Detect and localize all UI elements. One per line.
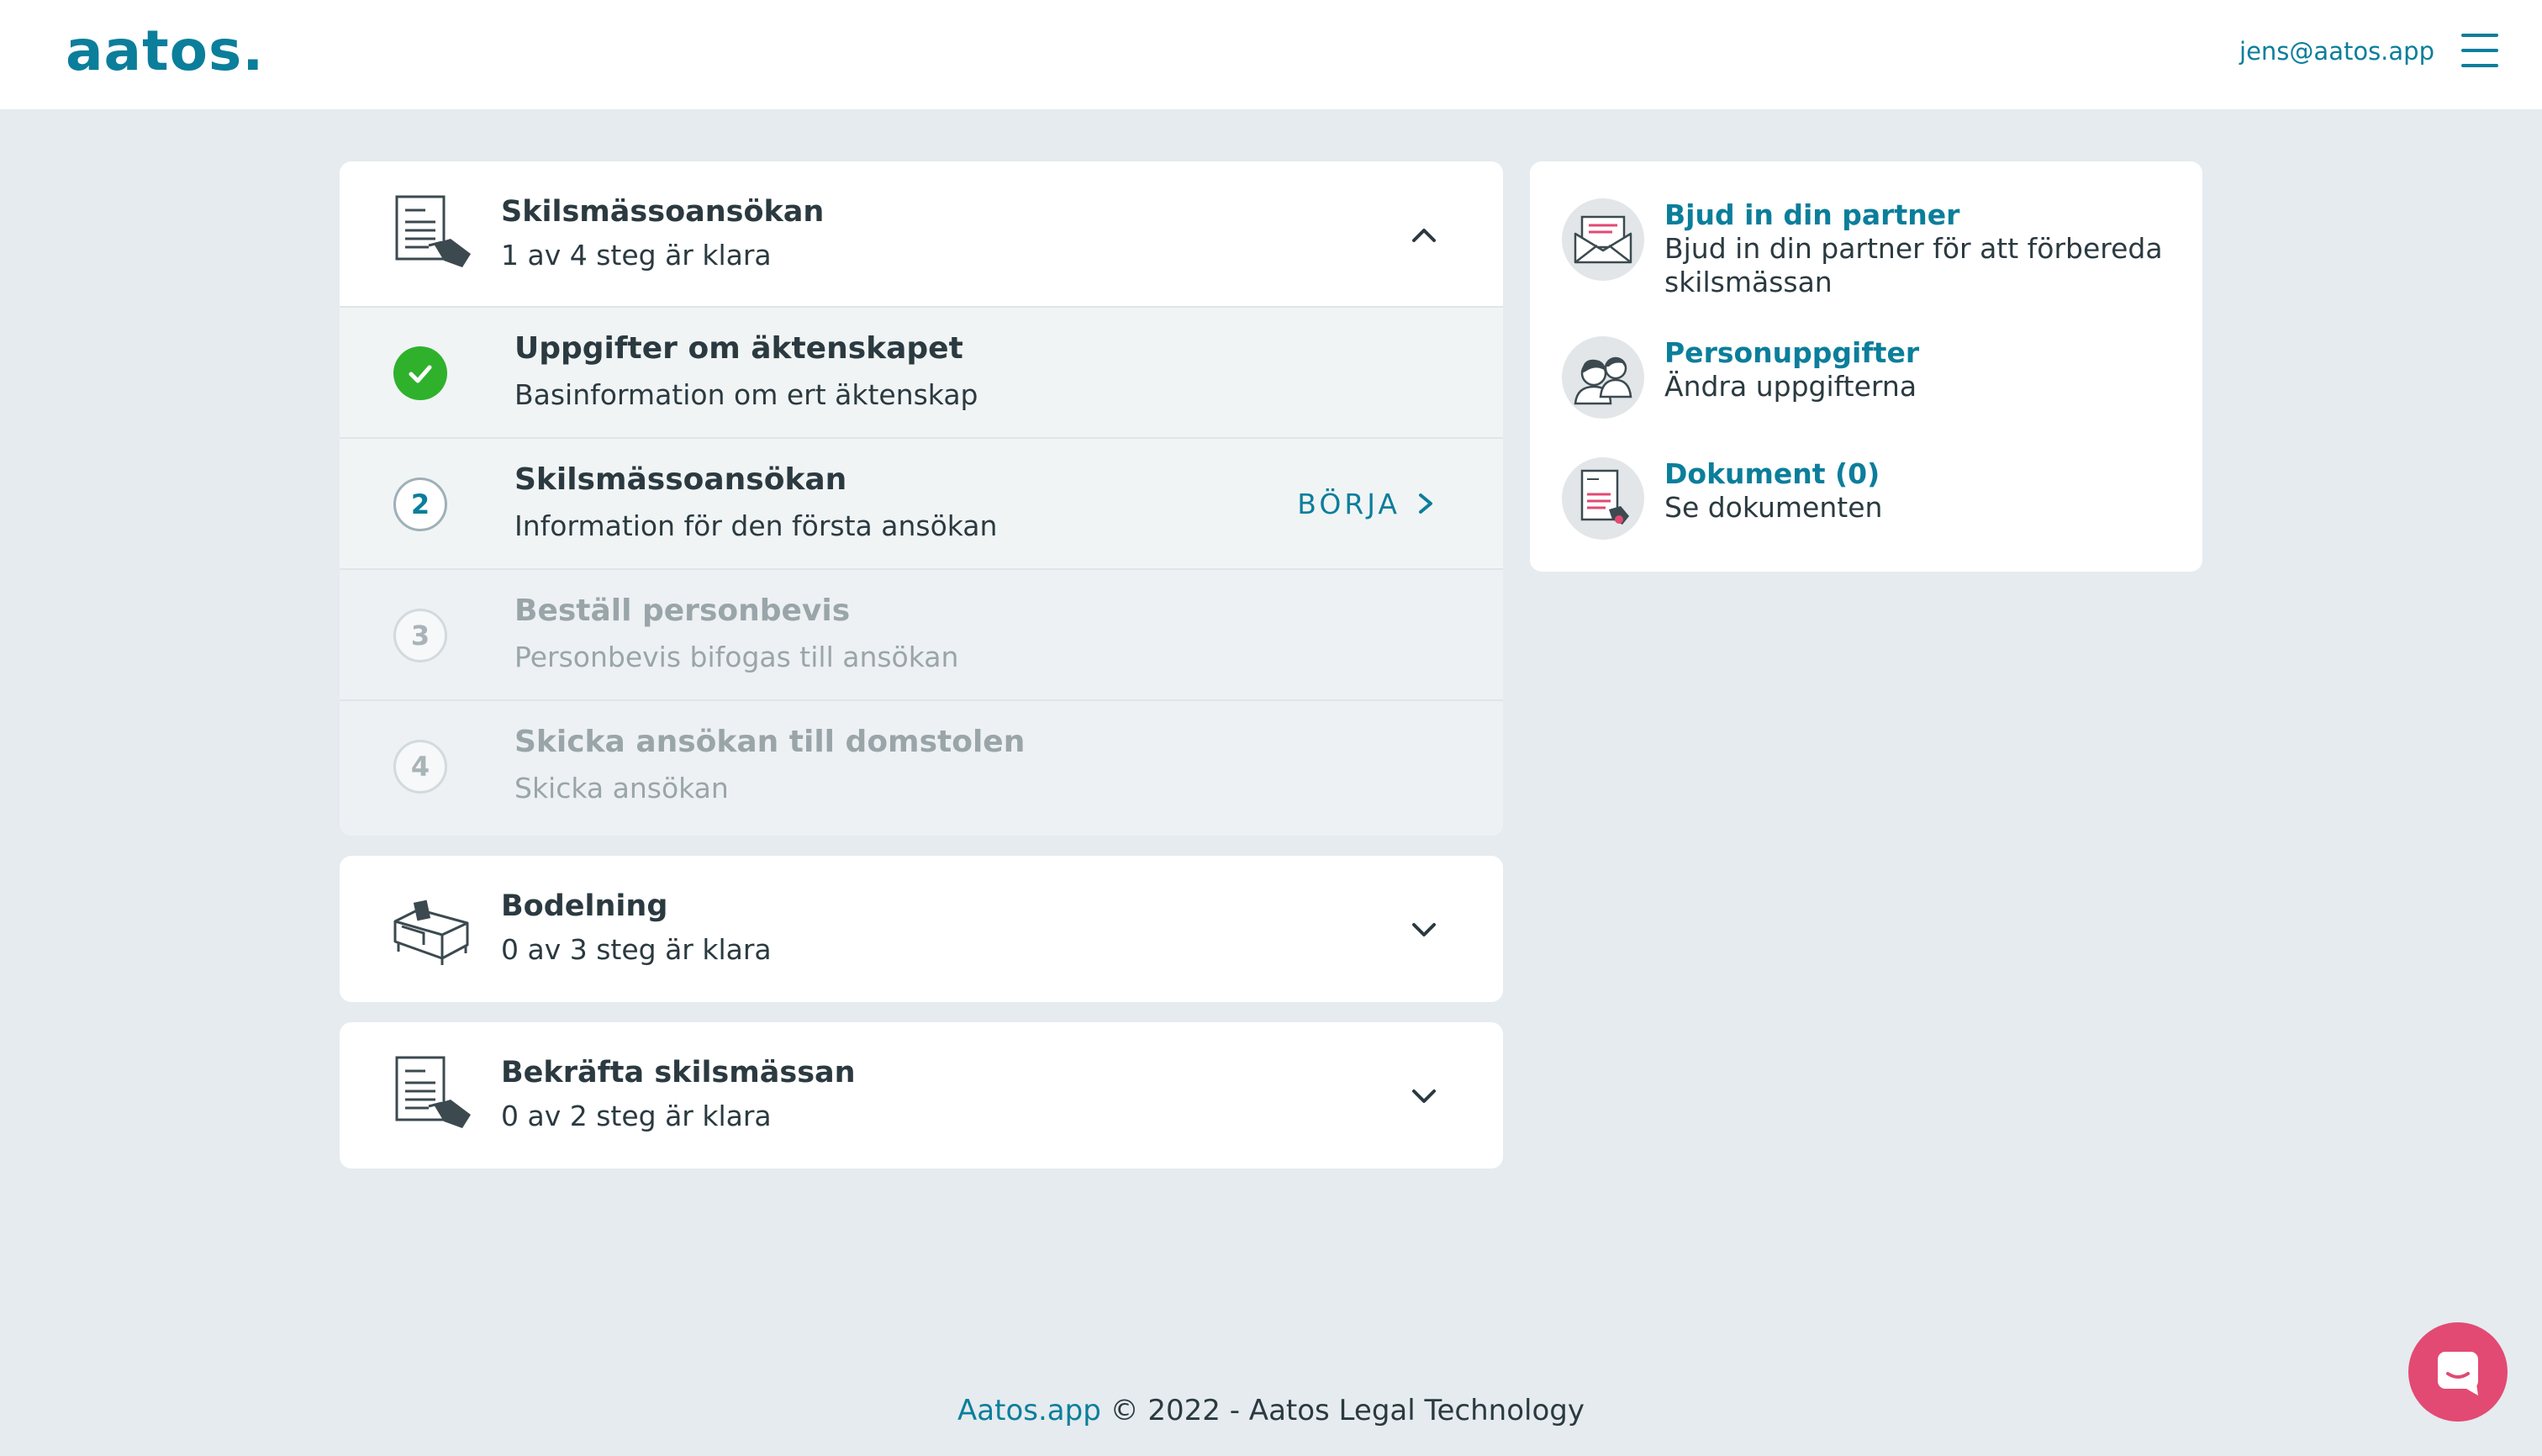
section-progress: 0 av 3 steg är klara — [501, 933, 772, 966]
section-title: Bekräfta skilsmässan — [501, 1056, 856, 1089]
sidebar-item-subtitle: Bjud in din partner för att förbereda sk… — [1664, 232, 2163, 298]
chat-button[interactable] — [2408, 1322, 2508, 1422]
chevron-down-icon[interactable] — [1409, 1081, 1439, 1111]
sidebar-item-personal-info[interactable]: Personuppgifter Ändra uppgifterna — [1562, 336, 2201, 420]
section-header[interactable]: Bekräfta skilsmässan 0 av 2 steg är klar… — [340, 1022, 1503, 1168]
section-card-skilsmassoansokan: Skilsmässoansökan 1 av 4 steg är klara U… — [340, 161, 1503, 836]
step-subtitle: Skicka ansökan — [514, 772, 729, 804]
document-sign-icon — [395, 195, 471, 267]
sidebar-item-title[interactable]: Bjud in din partner — [1664, 198, 1959, 231]
start-step-label: BÖRJA — [1297, 487, 1400, 520]
document-icon — [1562, 457, 1644, 540]
top-bar: aatos. jens@aatos.app — [0, 0, 2542, 109]
step-item-4: 4 Skicka ansökan till domstolen Skicka a… — [340, 699, 1503, 836]
step-title: Uppgifter om äktenskapet — [514, 331, 963, 366]
sidebar-card: Bjud in din partner Bjud in din partner … — [1530, 161, 2202, 572]
step-title: Skicka ansökan till domstolen — [514, 725, 1026, 759]
section-card-bodelning[interactable]: Bodelning 0 av 3 steg är klara — [340, 856, 1503, 1002]
step-item-1[interactable]: Uppgifter om äktenskapet Basinformation … — [340, 306, 1503, 437]
section-progress: 0 av 2 steg är klara — [501, 1100, 772, 1132]
user-email[interactable]: jens@aatos.app — [2239, 37, 2434, 66]
step-number: 3 — [393, 609, 447, 662]
sidebar-item-subtitle: Ändra uppgifterna — [1664, 370, 1917, 403]
sidebar-item-title[interactable]: Personuppgifter — [1664, 336, 1919, 369]
section-progress: 1 av 4 steg är klara — [501, 239, 772, 272]
check-icon — [393, 346, 447, 400]
sidebar-item-title[interactable]: Dokument (0) — [1664, 457, 1880, 490]
sidebar-item-documents[interactable]: Dokument (0) Se dokumenten — [1562, 457, 2201, 541]
footer: Aatos.app © 2022 - Aatos Legal Technolog… — [0, 1394, 2542, 1427]
start-step-button[interactable]: BÖRJA — [1297, 483, 1436, 525]
section-title: Skilsmässoansökan — [501, 195, 825, 229]
sidebar-item-invite-partner[interactable]: Bjud in din partner Bjud in din partner … — [1562, 198, 2201, 298]
section-card-bekrafta-skilsmassan[interactable]: Bekräfta skilsmässan 0 av 2 steg är klar… — [340, 1022, 1503, 1168]
hamburger-menu-icon[interactable] — [2461, 34, 2498, 67]
chevron-up-icon[interactable] — [1409, 220, 1439, 251]
people-icon — [1562, 336, 1644, 419]
step-subtitle: Personbevis bifogas till ansökan — [514, 641, 959, 673]
step-item-2[interactable]: 2 Skilsmässoansökan Information för den … — [340, 437, 1503, 568]
sofa-icon — [393, 899, 469, 965]
step-title: Skilsmässoansökan — [514, 462, 847, 497]
chat-icon — [2438, 1352, 2478, 1395]
step-title: Beställ personbevis — [514, 593, 851, 628]
document-sign-icon — [395, 1056, 471, 1128]
step-subtitle: Basinformation om ert äktenskap — [514, 378, 978, 411]
chevron-down-icon[interactable] — [1409, 915, 1439, 945]
footer-copyright: © 2022 - Aatos Legal Technology — [1100, 1394, 1585, 1427]
section-header[interactable]: Skilsmässoansökan 1 av 4 steg är klara — [340, 161, 1503, 308]
aatos-logo[interactable]: aatos. — [66, 18, 264, 83]
footer-link[interactable]: Aatos.app — [957, 1394, 1101, 1427]
envelope-invite-icon — [1562, 198, 1644, 281]
step-item-3: 3 Beställ personbevis Personbevis bifoga… — [340, 568, 1503, 699]
step-number: 2 — [393, 477, 447, 531]
section-header[interactable]: Bodelning 0 av 3 steg är klara — [340, 856, 1503, 1002]
chevron-right-icon — [1419, 493, 1432, 514]
step-number: 4 — [393, 740, 447, 794]
sidebar-item-subtitle: Se dokumenten — [1664, 491, 1883, 524]
step-subtitle: Information för den första ansökan — [514, 509, 998, 542]
section-title: Bodelning — [501, 889, 668, 923]
